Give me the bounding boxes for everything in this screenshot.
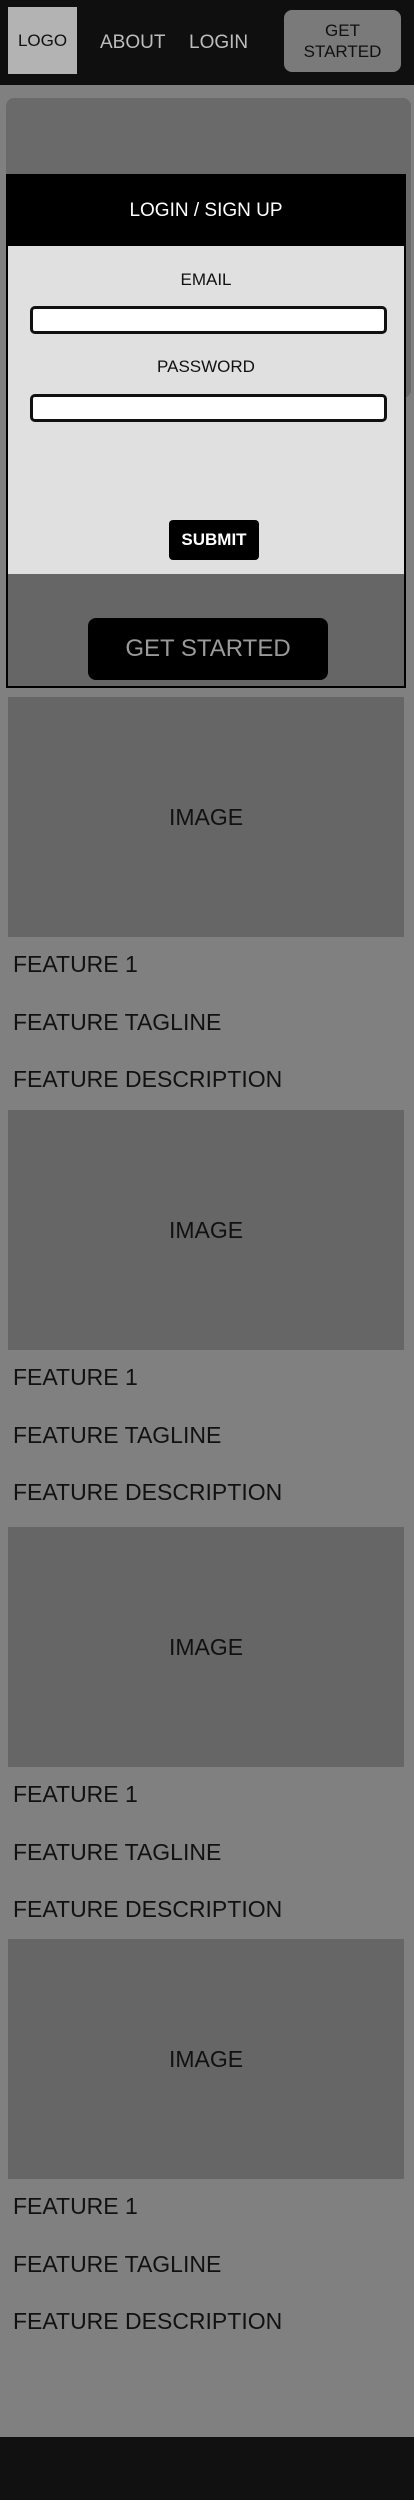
- get-started-nav-button[interactable]: GET STARTED: [284, 10, 401, 72]
- feature-image: IMAGE: [8, 697, 404, 937]
- get-started-hero-button[interactable]: GET STARTED: [88, 618, 328, 680]
- feature-image: IMAGE: [8, 1939, 404, 2179]
- feature-image: IMAGE: [8, 1527, 404, 1767]
- feature-title: FEATURE 1: [13, 951, 138, 977]
- feature-tagline: FEATURE TAGLINE: [13, 1009, 222, 1035]
- get-started-nav-label: GET STARTED: [303, 21, 382, 61]
- nav-login-link[interactable]: LOGIN: [189, 32, 248, 54]
- top-nav: LOGO ABOUT LOGIN GET STARTED: [0, 0, 414, 85]
- modal-body: EMAIL PASSWORD SUBMIT: [8, 246, 404, 574]
- feature-tagline: FEATURE TAGLINE: [13, 1839, 222, 1865]
- email-label: EMAIL: [180, 270, 232, 289]
- hero-cta-section: GET STARTED: [6, 574, 406, 688]
- feature-description: FEATURE DESCRIPTION: [13, 1479, 283, 1505]
- feature-image: IMAGE: [8, 1110, 404, 1350]
- feature-description: FEATURE DESCRIPTION: [13, 1896, 283, 1922]
- logo[interactable]: LOGO: [8, 7, 77, 74]
- feature-title: FEATURE 1: [13, 2193, 138, 2219]
- nav-about-link[interactable]: ABOUT: [100, 32, 165, 54]
- feature-tagline: FEATURE TAGLINE: [13, 1422, 222, 1448]
- feature-tagline: FEATURE TAGLINE: [13, 2251, 222, 2277]
- email-field[interactable]: [30, 306, 387, 334]
- feature-title: FEATURE 1: [13, 1781, 138, 1807]
- modal-title: LOGIN / SIGN UP: [8, 176, 404, 246]
- password-label: PASSWORD: [157, 357, 255, 376]
- login-modal: LOGIN / SIGN UP EMAIL PASSWORD SUBMIT: [6, 174, 406, 574]
- feature-description: FEATURE DESCRIPTION: [13, 1066, 283, 1092]
- password-field[interactable]: [30, 394, 387, 422]
- feature-description: FEATURE DESCRIPTION: [13, 2308, 283, 2334]
- feature-title: FEATURE 1: [13, 1364, 138, 1390]
- footer: [0, 2437, 414, 2500]
- submit-button[interactable]: SUBMIT: [169, 520, 259, 560]
